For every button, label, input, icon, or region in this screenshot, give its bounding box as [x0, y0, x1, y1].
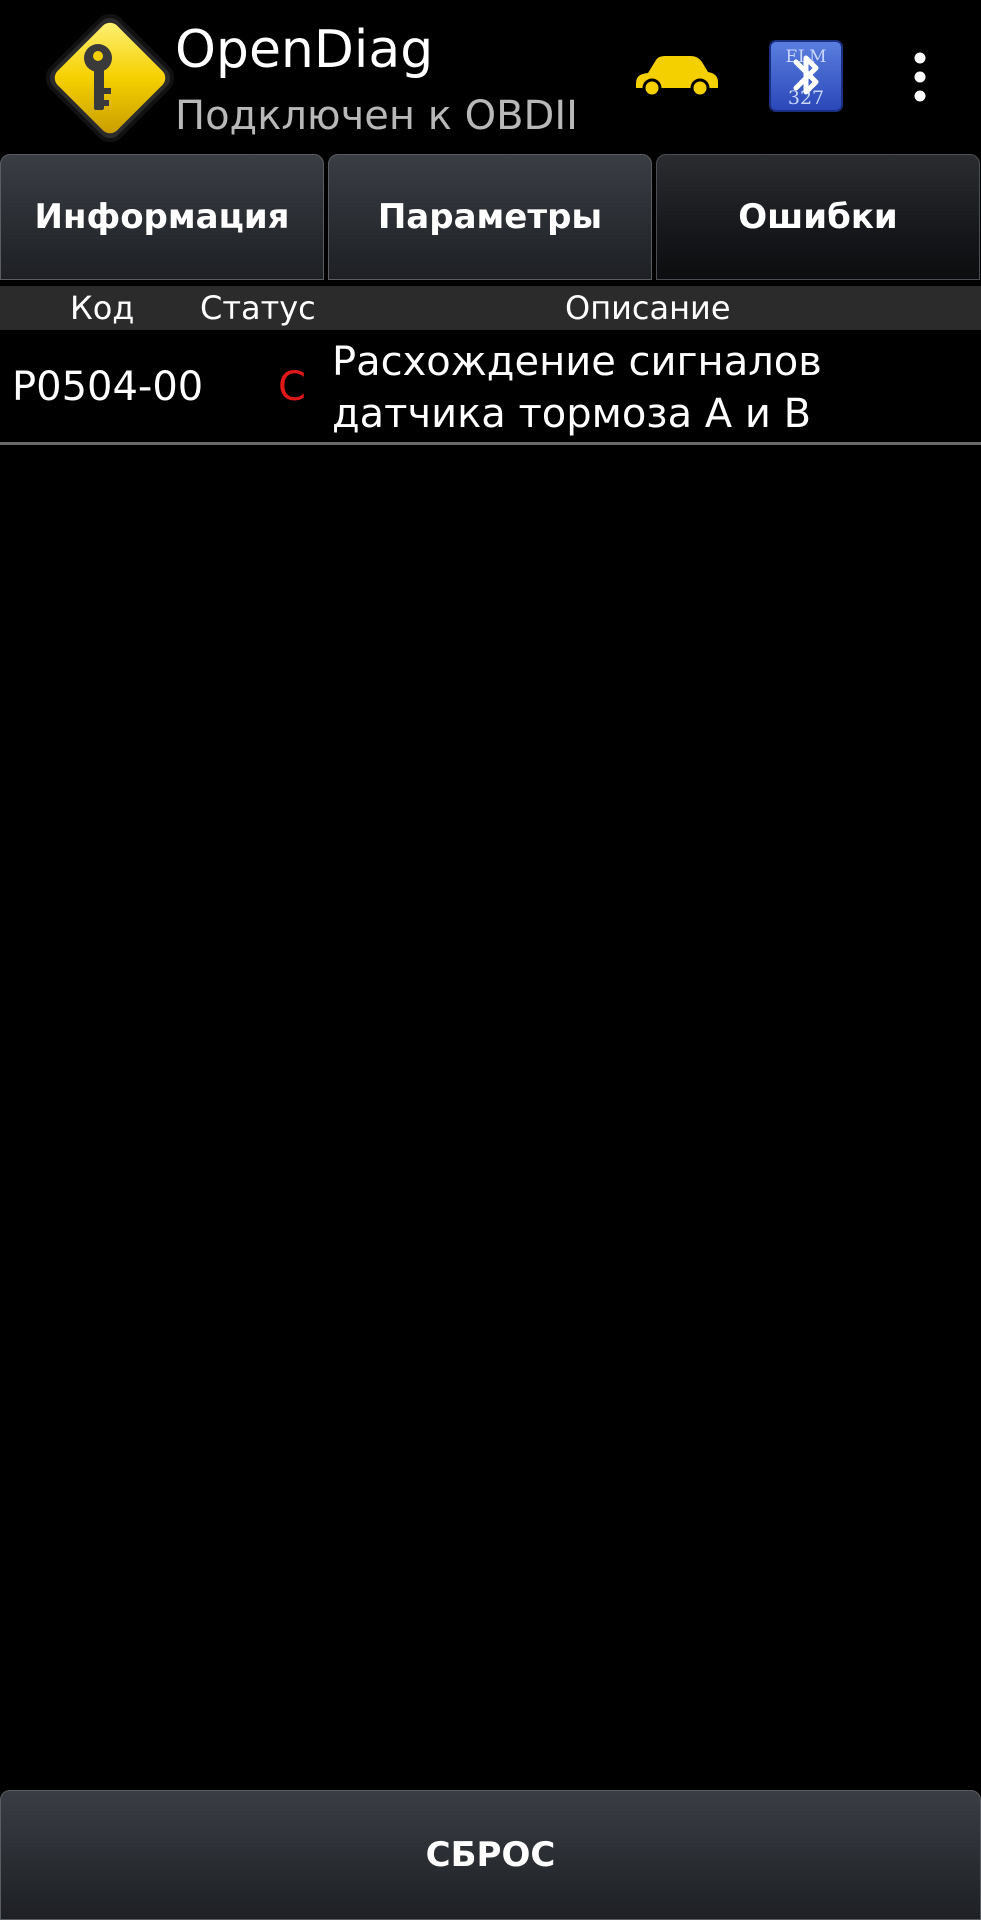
- tab-errors[interactable]: Ошибки: [656, 154, 980, 280]
- table-header: Код Статус Описание: [0, 286, 981, 330]
- header-description: Описание: [565, 289, 731, 327]
- table-row[interactable]: P0504-00 C Расхождение сигналов датчика …: [0, 332, 981, 442]
- app-bar: OpenDiag Подключен к OBDII ELM 327: [0, 0, 981, 152]
- connection-status: Подключен к OBDII: [175, 93, 578, 139]
- error-code: P0504-00: [12, 364, 204, 410]
- header-code: Код: [70, 289, 135, 327]
- bluetooth-icon[interactable]: ELM 327: [769, 40, 843, 112]
- overflow-menu-icon[interactable]: [900, 50, 940, 106]
- tab-bar: Информация Параметры Ошибки: [0, 152, 981, 284]
- row-divider: [0, 442, 981, 445]
- app-title: OpenDiag: [175, 20, 434, 80]
- key-logo-icon: [45, 13, 175, 143]
- car-icon[interactable]: [630, 52, 720, 98]
- tab-information[interactable]: Информация: [0, 154, 324, 280]
- tab-parameters[interactable]: Параметры: [328, 154, 652, 280]
- error-description: Расхождение сигналов датчика тормоза А и…: [332, 339, 822, 437]
- error-status: C: [278, 364, 306, 410]
- reset-button[interactable]: СБРОС: [0, 1790, 981, 1920]
- header-status: Статус: [200, 289, 316, 327]
